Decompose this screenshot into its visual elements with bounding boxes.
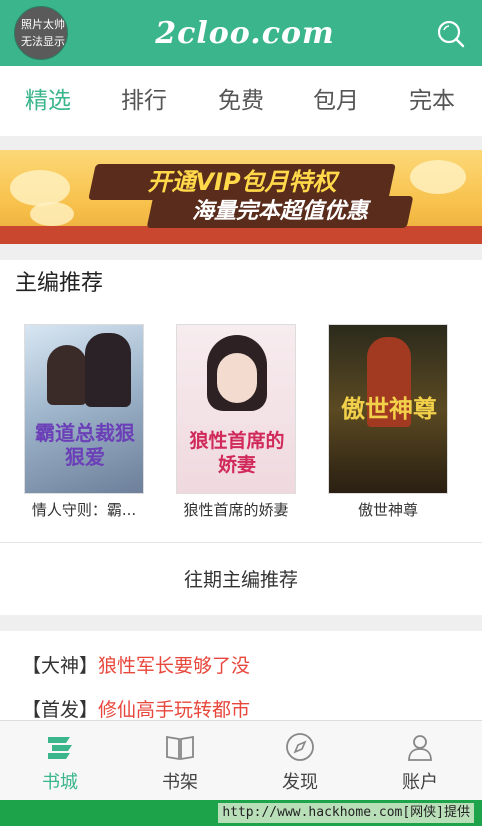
list-item-tag: 【大神】 xyxy=(22,655,99,677)
banner-decoration xyxy=(10,170,70,206)
avatar-text-line1: 照片太帅 xyxy=(21,18,65,31)
app-header: 照片太帅 无法显示 2cloo.com xyxy=(0,0,482,66)
nav-label: 书城 xyxy=(42,772,78,793)
bookstore-icon xyxy=(48,737,72,759)
nav-bookstore[interactable]: 书城 xyxy=(0,721,120,801)
nav-discover[interactable]: 发现 xyxy=(240,721,360,801)
book-card[interactable]: 霸道总裁狠狠爱 情人守则：霸... xyxy=(0,324,152,524)
book-title[interactable]: 傲世神尊 xyxy=(304,500,472,520)
editor-picks-section: 主编推荐 霸道总裁狠狠爱 情人守则：霸... 狼性首席的娇妻 狼性首席的娇妻 傲… xyxy=(0,260,482,615)
site-logo: 2cloo.com xyxy=(155,16,335,51)
search-button[interactable] xyxy=(432,16,468,52)
bookshelf-icon xyxy=(166,735,194,761)
list-item-title[interactable]: 修仙高手玩转都市 xyxy=(98,699,250,721)
cover-title: 傲世神尊 xyxy=(341,395,437,423)
banner-subline: 海量完本超值优惠 xyxy=(191,199,368,224)
divider xyxy=(0,542,482,543)
banner-decoration xyxy=(30,202,74,226)
book-card[interactable]: 狼性首席的娇妻 狼性首席的娇妻 xyxy=(152,324,304,524)
cover-title: 霸道总裁狠狠爱 xyxy=(35,421,135,469)
avatar-text-line2: 无法显示 xyxy=(21,35,65,48)
cover-figure xyxy=(85,333,131,407)
avatar[interactable]: 照片太帅 无法显示 xyxy=(14,6,68,60)
bottom-navigation: 书城 书架 发现 账户 xyxy=(0,720,482,800)
user-icon xyxy=(408,735,432,761)
watermark-bar: http://www.hackhome.com[网侠]提供 xyxy=(0,800,482,826)
cover-figure xyxy=(47,345,87,405)
nav-bookshelf[interactable]: 书架 xyxy=(120,721,240,801)
tab-ranking[interactable]: 排行 xyxy=(104,66,184,136)
search-icon xyxy=(437,20,465,48)
book-cover[interactable]: 傲世神尊 xyxy=(328,324,448,494)
list-item-title[interactable]: 狼性军长要够了没 xyxy=(98,655,250,677)
compass-icon xyxy=(286,733,314,761)
tab-featured[interactable]: 精选 xyxy=(8,66,88,136)
past-picks-link[interactable]: 往期主编推荐 xyxy=(0,560,482,600)
book-card[interactable]: 傲世神尊 傲世神尊 xyxy=(304,324,456,524)
book-title[interactable]: 情人守则：霸... xyxy=(0,500,168,520)
tab-free[interactable]: 免费 xyxy=(201,66,281,136)
tab-completed[interactable]: 完本 xyxy=(392,66,472,136)
list-item[interactable]: 【大神】狼性军长要够了没 xyxy=(22,651,250,681)
banner-stripe xyxy=(0,226,482,244)
vip-banner[interactable]: 开通VIP包月特权 海量完本超值优惠 xyxy=(0,150,482,244)
nav-label: 书架 xyxy=(162,772,198,793)
nav-label: 账户 xyxy=(402,772,438,793)
cover-face xyxy=(217,353,257,403)
list-item-tag: 【首发】 xyxy=(22,699,99,721)
book-title[interactable]: 狼性首席的娇妻 xyxy=(152,500,320,520)
section-title: 主编推荐 xyxy=(15,271,104,296)
nav-label: 发现 xyxy=(282,772,318,793)
tab-monthly[interactable]: 包月 xyxy=(296,66,376,136)
banner-decoration xyxy=(410,160,466,194)
watermark-text: http://www.hackhome.com[网侠]提供 xyxy=(218,803,474,823)
nav-account[interactable]: 账户 xyxy=(360,721,480,801)
list-item[interactable]: 【首发】修仙高手玩转都市 xyxy=(22,695,250,721)
book-cover[interactable]: 狼性首席的娇妻 xyxy=(176,324,296,494)
banner-headline: 开通VIP包月特权 xyxy=(147,168,337,196)
book-cover[interactable]: 霸道总裁狠狠爱 xyxy=(24,324,144,494)
book-list: 【大神】狼性军长要够了没 【首发】修仙高手玩转都市 xyxy=(0,631,482,721)
cover-title: 狼性首席的娇妻 xyxy=(189,430,285,476)
category-tabs: 精选 排行 免费 包月 完本 xyxy=(0,66,482,136)
